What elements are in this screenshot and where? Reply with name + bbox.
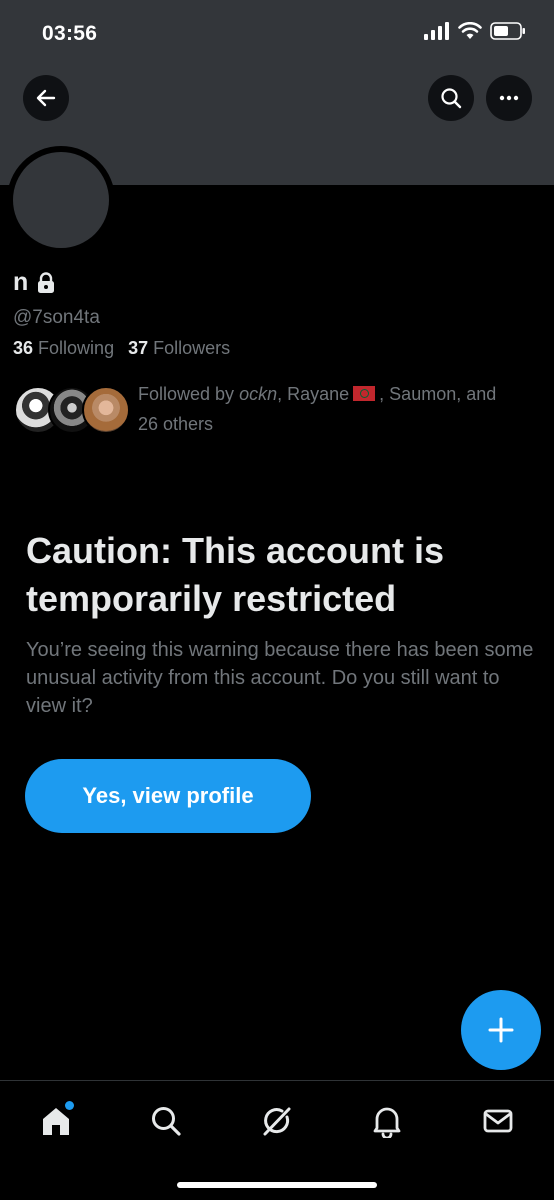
battery-icon [490,22,525,40]
tab-search[interactable] [144,1099,188,1143]
follow-counts: 36 Following 37 Followers [13,338,230,359]
arrow-left-icon [36,89,56,107]
following-count: 36 [13,338,34,358]
more-horizontal-icon [499,95,519,101]
tab-notifications[interactable] [365,1099,409,1143]
status-time: 03:56 [42,22,98,45]
home-indicator [177,1182,377,1188]
status-bar: 03:56 [0,0,554,70]
followed-by-others: 26 others [138,414,214,434]
plus-icon [488,1017,514,1043]
search-icon [441,88,462,109]
notification-dot [65,1101,74,1110]
following-count-link[interactable]: 36 Following [13,338,114,359]
cellular-signal-icon [424,22,449,40]
followers-label: Followers [153,338,231,358]
search-button[interactable] [428,75,474,121]
grok-icon [263,1107,291,1136]
view-profile-button[interactable]: Yes, view profile [25,759,311,833]
profile-handle: @7son4ta [13,307,100,328]
avatar[interactable] [13,152,109,248]
profile-name-row: n [13,268,56,297]
mail-icon [483,1109,513,1133]
tab-grok[interactable] [255,1099,299,1143]
bell-icon [373,1107,401,1138]
restriction-warning-body: You’re seeing this warning because there… [26,639,534,717]
followed-by-text[interactable]: Followed by ockn, Rayane , Saumon, and 26… [138,379,538,439]
search-icon [152,1107,181,1136]
followed-by-prefix: Followed by [138,384,235,404]
lock-icon [38,271,55,293]
status-icons [424,22,526,40]
back-button[interactable] [23,75,69,121]
followed-by-separator: , [277,384,283,404]
followers-count: 37 [128,338,149,358]
restriction-warning-title: Caution: This account is temporarily res… [26,530,445,619]
compose-post-button[interactable] [461,990,541,1070]
tab-messages[interactable] [476,1099,520,1143]
display-name: n [13,268,29,296]
morocco-flag-icon [353,386,376,401]
wifi-icon [458,22,482,39]
follower-avatar [82,386,130,434]
followers-count-link[interactable]: 37 Followers [128,338,230,359]
profile-avatar-frame [7,146,115,254]
followed-by-rest: , Saumon, and [379,384,497,404]
followed-by-avatars[interactable] [14,386,130,436]
followed-by-user: Rayane [287,384,350,404]
following-label: Following [38,338,115,358]
more-options-button[interactable] [486,75,532,121]
tab-home[interactable] [34,1099,78,1143]
followed-by-user: ockn [239,384,278,404]
